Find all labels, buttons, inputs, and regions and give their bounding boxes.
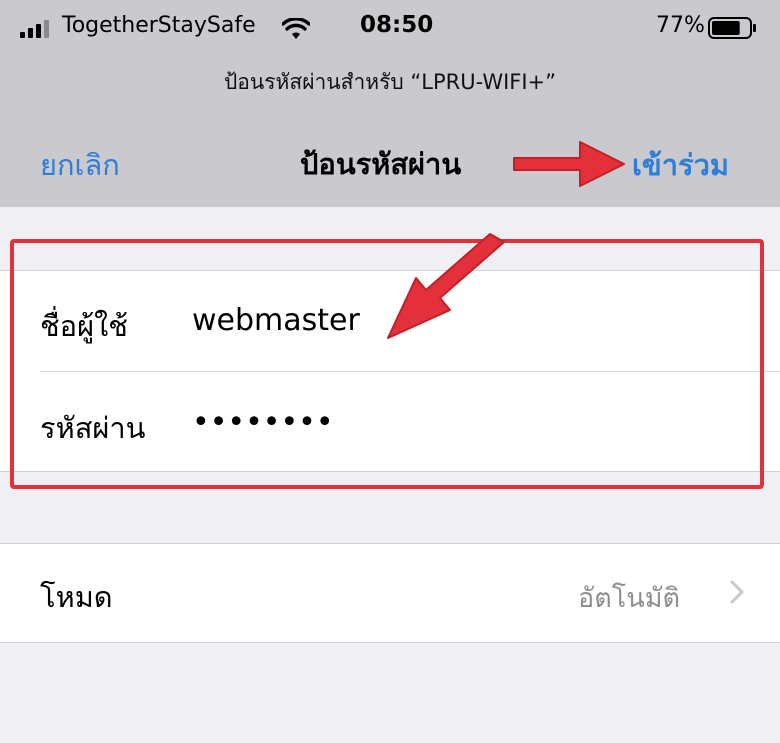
username-row[interactable]: ชื่อผู้ใช้ webmaster [0, 271, 780, 371]
status-time: 08:50 [360, 12, 434, 38]
page-title: ป้อนรหัสผ่าน [300, 147, 462, 181]
password-prompt-text: ป้อนรหัสผ่านสำหรับ “LPRU-WIFI+” [223, 70, 557, 94]
join-button[interactable]: เข้าร่วม [632, 142, 729, 188]
mode-label: โหมด [40, 580, 113, 614]
cancel-button[interactable]: ยกเลิก [40, 142, 120, 188]
password-field[interactable]: •••••••• [192, 405, 334, 440]
battery-percent: 77% [656, 13, 705, 38]
row-divider [40, 371, 780, 372]
password-row[interactable]: รหัสผ่าน •••••••• [0, 373, 780, 473]
mode-value: อัตโนมัติ [578, 583, 681, 614]
battery-icon [708, 17, 756, 39]
navigation-bar: ยกเลิก ป้อนรหัสผ่าน เข้าร่วม [0, 130, 780, 190]
username-field[interactable]: webmaster [192, 303, 360, 338]
username-label: ชื่อผู้ใช้ [40, 309, 128, 343]
signal-bars-icon [20, 20, 49, 38]
dialog-header: TogetherStaySafe 08:50 77% ป้อนรหัสผ่านส… [0, 0, 780, 207]
password-label: รหัสผ่าน [40, 411, 146, 445]
credentials-group: ชื่อผู้ใช้ webmaster รหัสผ่าน •••••••• [0, 270, 780, 472]
status-bar: TogetherStaySafe 08:50 77% [0, 0, 780, 54]
mode-row[interactable]: โหมด อัตโนมัติ [0, 543, 780, 643]
wifi-icon [282, 18, 310, 39]
chevron-right-icon [730, 580, 744, 604]
carrier-name: TogetherStaySafe [62, 13, 256, 38]
